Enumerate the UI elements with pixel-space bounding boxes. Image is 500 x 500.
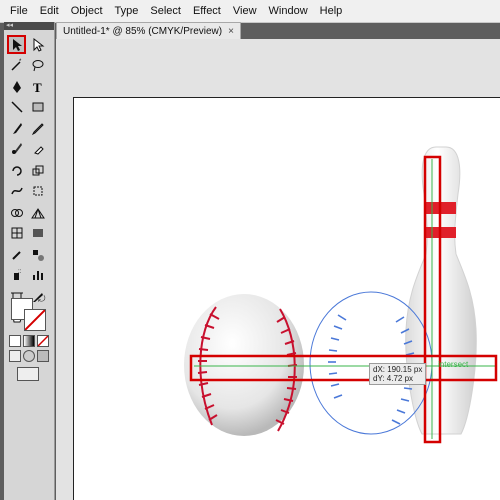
paintbrush-tool[interactable] — [8, 120, 25, 137]
menu-type[interactable]: Type — [109, 0, 145, 22]
pen-icon — [12, 80, 21, 93]
type-icon: T — [33, 80, 42, 94]
gradient-tool[interactable] — [29, 224, 46, 241]
tools-panel: ◂◂ *T:: ⤾ — [4, 22, 55, 500]
rectangle-icon — [32, 102, 43, 111]
svg-text:::: :: — [18, 269, 22, 275]
menu-edit[interactable]: Edit — [34, 0, 65, 22]
shape-builder-icon — [10, 208, 23, 217]
warp-icon — [10, 187, 23, 194]
swap-fill-stroke-icon[interactable]: ⤾ — [38, 294, 46, 305]
menu-help[interactable]: Help — [314, 0, 349, 22]
none-button[interactable] — [37, 335, 49, 347]
menu-file[interactable]: File — [0, 0, 34, 22]
magic-wand-tool[interactable]: * — [8, 56, 25, 73]
lasso-icon — [32, 59, 43, 71]
direct-selection-icon — [33, 37, 44, 52]
menu-effect[interactable]: Effect — [187, 0, 227, 22]
mesh-tool[interactable] — [8, 224, 25, 241]
lasso-tool[interactable] — [29, 56, 46, 73]
blob-brush-tool[interactable] — [8, 140, 25, 157]
artwork-layer — [184, 146, 498, 444]
warp-tool[interactable] — [8, 182, 25, 199]
selection-icon — [12, 38, 22, 51]
smart-guide-label: intersect — [438, 360, 469, 369]
line-segment-icon — [10, 100, 23, 113]
blend-tool[interactable] — [29, 246, 46, 263]
document-tab-title: Untitled-1* @ 85% (CMYK/Preview) — [63, 25, 223, 37]
none-stroke-icon — [25, 310, 45, 330]
eyedropper-tool[interactable] — [8, 246, 25, 263]
perspective-grid-tool[interactable] — [29, 204, 46, 221]
rotate-icon — [11, 165, 22, 176]
menu-bar: File Edit Object Type Select Effect View Window… — [0, 0, 500, 23]
menu-view[interactable]: View — [227, 0, 263, 22]
document-tab[interactable]: Untitled-1* @ 85% (CMYK/Preview) × — [56, 22, 241, 39]
measure-dy: dY: 4.72 px — [373, 374, 414, 383]
selection-tool[interactable] — [7, 35, 26, 54]
scale-tool[interactable] — [29, 162, 46, 179]
paintbrush-icon — [12, 122, 22, 134]
pencil-icon — [31, 122, 44, 135]
column-graph-icon — [32, 270, 43, 280]
magic-wand-icon: * — [10, 59, 22, 71]
mesh-icon — [11, 227, 22, 238]
eraser-icon — [33, 145, 44, 155]
measure-tooltip: dX: 190.15 px dY: 4.72 px — [369, 363, 427, 385]
pen-tool[interactable] — [8, 78, 25, 95]
draw-mode-row — [9, 350, 49, 362]
rectangle-tool[interactable] — [29, 98, 46, 115]
pencil-tool[interactable] — [29, 120, 46, 137]
line-segment-tool[interactable] — [8, 98, 25, 115]
type-tool[interactable]: T — [29, 78, 46, 95]
gradient-icon — [32, 228, 43, 237]
draw-inside-icon[interactable] — [37, 350, 49, 362]
menu-object[interactable]: Object — [65, 0, 109, 22]
perspective-grid-icon — [30, 207, 45, 218]
close-icon[interactable]: × — [228, 26, 234, 37]
free-transform-icon — [33, 186, 42, 195]
color-button[interactable] — [9, 335, 21, 347]
svg-text:T: T — [33, 80, 42, 94]
eyedropper-icon — [11, 250, 21, 260]
symbol-sprayer-tool[interactable]: :: — [8, 266, 25, 283]
draw-normal-icon[interactable] — [9, 350, 21, 362]
column-graph-tool[interactable] — [29, 266, 46, 283]
color-mode-row — [9, 335, 49, 347]
document-canvas[interactable]: dX: 190.15 px dY: 4.72 px intersect — [56, 39, 500, 500]
rotate-tool[interactable] — [8, 162, 25, 179]
eraser-tool[interactable] — [29, 140, 46, 157]
shape-builder-tool[interactable] — [8, 204, 25, 221]
stroke-swatch[interactable] — [24, 309, 46, 331]
menu-select[interactable]: Select — [144, 0, 187, 22]
measure-dx: dX: 190.15 px — [373, 365, 423, 374]
direct-selection-tool[interactable] — [29, 36, 46, 53]
scale-icon — [32, 165, 43, 175]
tools-panel-header[interactable]: ◂◂ — [4, 22, 54, 30]
blob-brush-icon — [11, 142, 22, 154]
gradient-button[interactable] — [23, 335, 35, 347]
svg-text:*: * — [19, 59, 22, 65]
menu-window[interactable]: Window — [263, 0, 314, 22]
symbol-sprayer-icon: :: — [13, 269, 22, 280]
draw-behind-icon[interactable] — [23, 350, 35, 362]
screen-mode-icon[interactable] — [17, 367, 39, 381]
free-transform-tool[interactable] — [29, 182, 46, 199]
blend-icon — [32, 249, 44, 261]
